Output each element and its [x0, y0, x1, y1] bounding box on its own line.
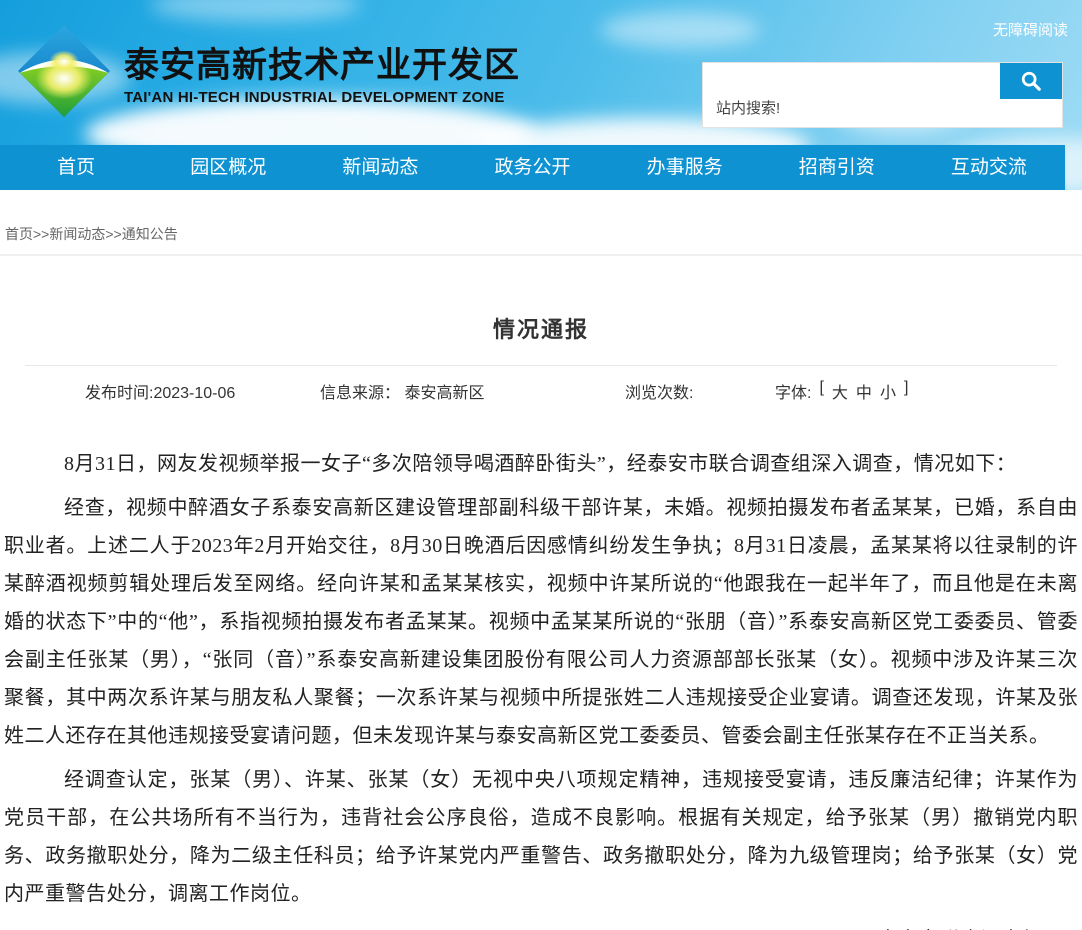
search-button[interactable] — [1000, 63, 1062, 99]
info-source-value: 泰安高新区 — [404, 385, 484, 402]
nav-item-investment[interactable]: 招商引资 — [761, 145, 913, 190]
search-box: 站内搜索! — [702, 62, 1063, 128]
main-nav: 首页 园区概况 新闻动态 政务公开 办事服务 招商引资 互动交流 — [0, 145, 1065, 190]
nav-item-home[interactable]: 首页 — [0, 145, 152, 190]
nav-item-zone-overview[interactable]: 园区概况 — [152, 145, 304, 190]
site-subtitle: TAI'AN HI-TECH INDUSTRIAL DEVELOPMENT ZO… — [124, 89, 520, 106]
nav-item-gov-affairs[interactable]: 政务公开 — [456, 145, 608, 190]
site-logo-icon — [16, 24, 112, 118]
publish-time-value: 2023-10-06 — [153, 385, 235, 402]
font-size-small[interactable]: 小 — [880, 379, 896, 403]
article: 情况通报 发布时间:2023-10-06 信息来源： 泰安高新区 浏览次数: 字… — [0, 312, 1082, 930]
site-brand-text: 泰安高新技术产业开发区 TAI'AN HI-TECH INDUSTRIAL DE… — [124, 37, 520, 106]
nav-item-news[interactable]: 新闻动态 — [304, 145, 456, 190]
search-icon — [1020, 70, 1042, 92]
paragraph: 经查，视频中醉酒女子系泰安高新区建设管理部副科级干部许某，未婚。视频拍摄发布者孟… — [4, 489, 1078, 755]
nav-item-services[interactable]: 办事服务 — [609, 145, 761, 190]
bracket-left: [ — [819, 379, 823, 403]
breadcrumb-news[interactable]: 新闻动态 — [49, 226, 105, 242]
page: 泰安高新技术产业开发区 TAI'AN HI-TECH INDUSTRIAL DE… — [0, 0, 1082, 930]
view-count-label: 浏览次数: — [625, 385, 693, 402]
publish-time: 发布时间:2023-10-06 — [85, 379, 235, 403]
paragraph: 8月31日，网友发视频举报一女子“多次陪领导喝酒醉卧街头”，经泰安市联合调查组深… — [4, 445, 1078, 483]
site-header: 泰安高新技术产业开发区 TAI'AN HI-TECH INDUSTRIAL DE… — [0, 0, 1082, 190]
cloud — [150, 0, 360, 22]
cloud — [600, 12, 760, 48]
accessibility-link[interactable]: 无障碍阅读 — [993, 19, 1068, 40]
breadcrumb-divider — [0, 254, 1082, 256]
site-brand[interactable]: 泰安高新技术产业开发区 TAI'AN HI-TECH INDUSTRIAL DE… — [16, 24, 520, 118]
search-input[interactable]: 站内搜索! — [716, 97, 780, 118]
breadcrumb: 首页>>新闻动态>>通知公告 — [0, 190, 1082, 254]
info-source-label: 信息来源： — [320, 385, 400, 402]
breadcrumb-separator: >> — [105, 226, 121, 242]
article-title: 情况通报 — [0, 312, 1082, 344]
view-count: 浏览次数: — [625, 379, 693, 403]
font-size-medium[interactable]: 中 — [856, 379, 872, 403]
font-size-control: 字体: [ 大 中 小 ] — [775, 379, 908, 403]
publish-time-label: 发布时间: — [85, 385, 153, 402]
article-meta: 发布时间:2023-10-06 信息来源： 泰安高新区 浏览次数: 字体: [ … — [0, 379, 1082, 403]
breadcrumb-home[interactable]: 首页 — [5, 226, 33, 242]
font-size-label: 字体: — [775, 379, 811, 403]
site-title: 泰安高新技术产业开发区 — [124, 45, 520, 87]
breadcrumb-notices[interactable]: 通知公告 — [122, 226, 178, 242]
paragraph: 经调查认定，张某（男）、许某、张某（女）无视中央八项规定精神，违规接受宴请，违反… — [4, 761, 1078, 913]
breadcrumb-separator: >> — [33, 226, 49, 242]
title-divider — [25, 365, 1057, 366]
font-size-large[interactable]: 大 — [832, 379, 848, 403]
nav-item-interaction[interactable]: 互动交流 — [913, 145, 1065, 190]
info-source: 信息来源： 泰安高新区 — [320, 379, 484, 403]
article-body: 8月31日，网友发视频举报一女子“多次陪领导喝酒醉卧街头”，经泰安市联合调查组深… — [0, 445, 1082, 930]
article-signature: 泰安市联合调查组 — [4, 921, 1078, 930]
bracket-right: ] — [904, 379, 908, 403]
